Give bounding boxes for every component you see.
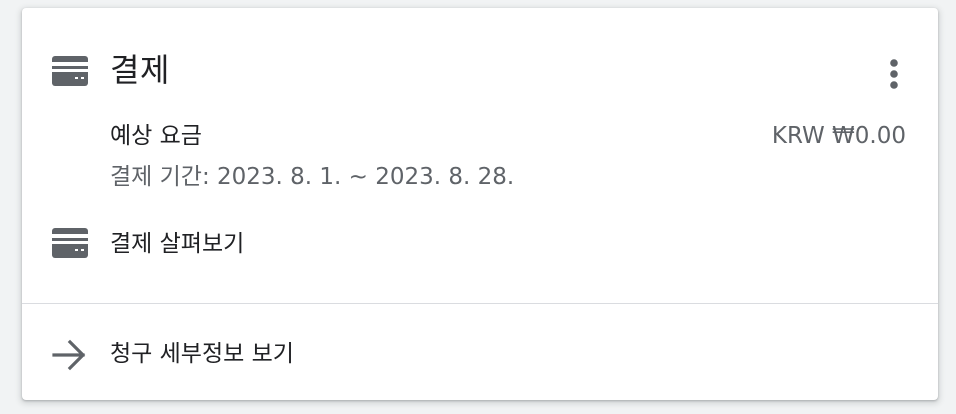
arrow-forward-icon — [52, 338, 88, 372]
billing-period: 결제 기간: 2023. 8. 1. ~ 2023. 8. 28. — [110, 164, 515, 190]
more-options-button[interactable] — [874, 52, 914, 96]
billing-card: 결제 예상 요금 KRW ₩0.00 결제 기간: 2023. 8. 1. ~ … — [22, 8, 938, 400]
credit-card-icon — [52, 228, 88, 258]
estimated-charges-amount: KRW ₩0.00 — [771, 123, 906, 149]
card-header: 결제 — [22, 8, 938, 118]
view-billing-details-link[interactable]: 청구 세부정보 보기 — [22, 304, 938, 400]
credit-card-icon — [52, 56, 88, 86]
card-title: 결제 — [110, 51, 170, 89]
more-vert-icon — [890, 59, 898, 89]
review-billing-link[interactable]: 결제 살펴보기 — [22, 216, 938, 272]
view-billing-details-label: 청구 세부정보 보기 — [110, 341, 294, 367]
estimated-charges-label: 예상 요금 — [110, 123, 202, 149]
review-billing-label: 결제 살펴보기 — [110, 231, 245, 257]
